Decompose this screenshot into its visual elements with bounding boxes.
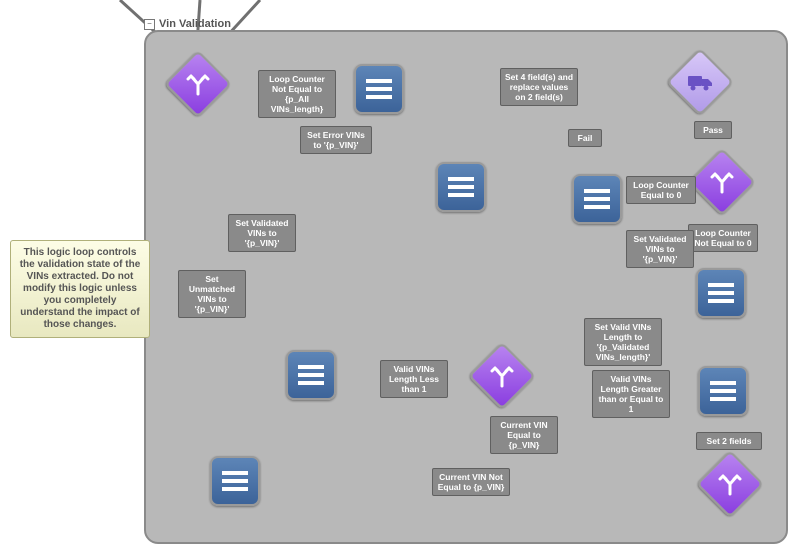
- list-icon: [366, 79, 392, 99]
- decision-node-4[interactable]: [706, 460, 754, 508]
- warning-note: This logic loop controls the validation …: [10, 240, 150, 338]
- list-node-2[interactable]: [436, 162, 486, 212]
- list-node-1[interactable]: [354, 64, 404, 114]
- action-node-truck[interactable]: [676, 58, 724, 106]
- edge-label: Loop Counter Not Equal to {p_All VINs_le…: [258, 70, 336, 118]
- edge-label: Pass: [694, 121, 732, 139]
- edge-label: Current VIN Not Equal to {p_VIN}: [432, 468, 510, 496]
- edge-label: Set 2 fields: [696, 432, 762, 450]
- list-icon: [448, 177, 474, 197]
- edge-label: Loop Counter Not Equal to 0: [688, 224, 758, 252]
- list-icon: [710, 381, 736, 401]
- fork-icon: [186, 72, 210, 96]
- edge-label: Valid VINs Length Less than 1: [380, 360, 448, 398]
- list-icon: [708, 283, 734, 303]
- edge-label: Set Unmatched VINs to '{p_VIN}': [178, 270, 246, 318]
- edge-label: Set Error VINs to '{p_VIN}': [300, 126, 372, 154]
- list-node-3[interactable]: [572, 174, 622, 224]
- diagram-canvas: − Vin Validation This logic loop control…: [0, 0, 805, 555]
- truck-icon: [687, 72, 713, 92]
- list-node-7[interactable]: [210, 456, 260, 506]
- list-icon: [298, 365, 324, 385]
- list-node-5[interactable]: [286, 350, 336, 400]
- fork-icon: [490, 364, 514, 388]
- decision-node-2[interactable]: [698, 158, 746, 206]
- decision-node-3[interactable]: [478, 352, 526, 400]
- list-icon: [222, 471, 248, 491]
- fork-icon: [710, 170, 734, 194]
- group-title: Vin Validation: [159, 18, 231, 30]
- edge-label: Set Validated VINs to '{p_VIN}': [626, 230, 694, 268]
- edge-label: Loop Counter Equal to 0: [626, 176, 696, 204]
- warning-note-text: This logic loop controls the validation …: [20, 247, 141, 330]
- edge-label: Set Validated VINs to '{p_VIN}': [228, 214, 296, 252]
- edge-label: Set Valid VINs Length to '{p_Validated V…: [584, 318, 662, 366]
- list-icon: [584, 189, 610, 209]
- edge-label: Valid VINs Length Greater than or Equal …: [592, 370, 670, 418]
- group-header: − Vin Validation: [144, 18, 231, 30]
- list-node-4[interactable]: [696, 268, 746, 318]
- collapse-icon[interactable]: −: [144, 19, 155, 30]
- fork-icon: [718, 472, 742, 496]
- decision-node-1[interactable]: [174, 60, 222, 108]
- edge-label: Current VIN Equal to {p_VIN}: [490, 416, 558, 454]
- edge-label: Fail: [568, 129, 602, 147]
- list-node-6[interactable]: [698, 366, 748, 416]
- edge-label: Set 4 field(s) and replace values on 2 f…: [500, 68, 578, 106]
